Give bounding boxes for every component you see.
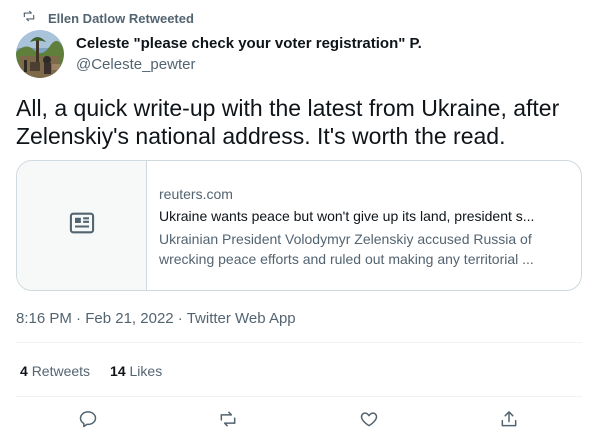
retweeted-by-text[interactable]: Ellen Datlow Retweeted: [48, 11, 194, 26]
reply-button[interactable]: [71, 404, 105, 438]
link-card[interactable]: reuters.com Ukraine wants peace but won'…: [16, 160, 582, 291]
reply-icon: [78, 409, 98, 434]
tweet-text: All, a quick write-up with the latest fr…: [16, 95, 560, 149]
share-icon: [499, 409, 519, 434]
social-context: Ellen Datlow Retweeted: [22, 9, 194, 28]
avatar[interactable]: [16, 30, 64, 78]
news-article-icon: [68, 209, 96, 242]
tweet-author: Celeste "please check your voter registr…: [16, 30, 422, 78]
retweets-label: Retweets: [31, 363, 91, 379]
tweet-source[interactable]: Twitter Web App: [187, 310, 296, 327]
author-handle[interactable]: @Celeste_pewter: [76, 56, 422, 74]
tweet-metadata: 8:16 PM · Feb 21, 2022 · Twitter Web App: [16, 309, 296, 329]
likes-stat[interactable]: 14 Likes: [110, 362, 162, 380]
tweet-time[interactable]: 8:16 PM: [16, 310, 72, 327]
likes-label: Likes: [129, 363, 163, 379]
retweets-stat[interactable]: 4 Retweets: [20, 362, 90, 380]
engagement-stats: 4 Retweets 14 Likes: [20, 362, 162, 380]
retweet-icon: [218, 409, 238, 434]
retweets-count: 4: [20, 363, 28, 379]
heart-icon: [359, 409, 379, 434]
divider: [16, 396, 582, 397]
retweet-button[interactable]: [211, 404, 245, 438]
card-title[interactable]: Ukraine wants peace but won't give up it…: [159, 207, 569, 225]
card-thumbnail[interactable]: [17, 161, 147, 290]
action-bar: [0, 404, 598, 438]
share-button[interactable]: [492, 404, 526, 438]
card-domain: reuters.com: [159, 186, 233, 202]
meta-separator: ·: [76, 310, 82, 327]
meta-separator: ·: [177, 310, 183, 327]
retweet-icon: [22, 9, 36, 28]
tweet-date[interactable]: Feb 21, 2022: [85, 310, 173, 327]
divider: [16, 342, 582, 343]
author-display-name[interactable]: Celeste "please check your voter registr…: [76, 35, 422, 53]
card-description: Ukrainian President Volodymyr Zelenskiy …: [159, 231, 534, 267]
likes-count: 14: [110, 363, 126, 379]
like-button[interactable]: [352, 404, 386, 438]
